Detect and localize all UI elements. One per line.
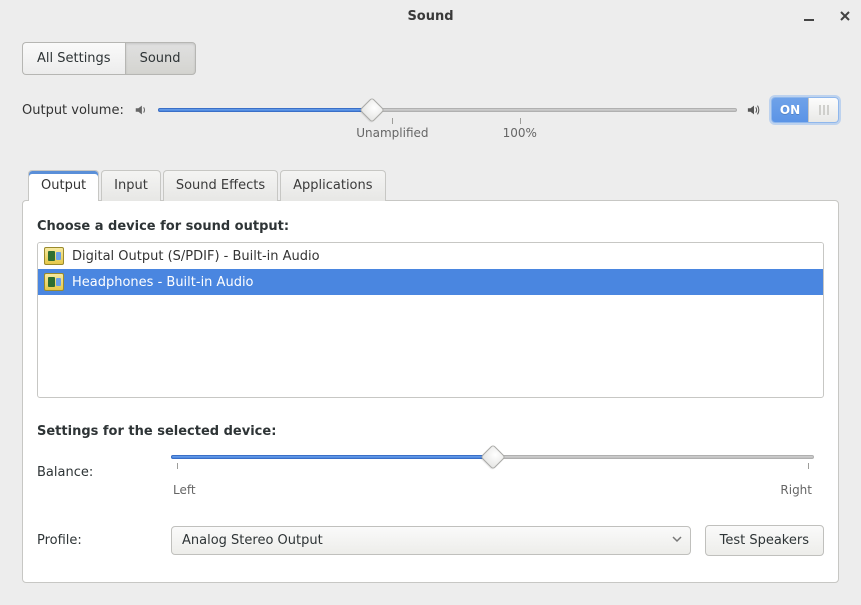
- tabs: Output Input Sound Effects Applications: [28, 169, 839, 200]
- switch-on-label: ON: [772, 103, 808, 117]
- close-button[interactable]: [837, 8, 853, 24]
- tab-applications[interactable]: Applications: [280, 170, 385, 201]
- profile-label: Profile:: [37, 533, 157, 548]
- balance-label: Balance:: [37, 465, 157, 480]
- tick-100: 100%: [503, 126, 537, 140]
- sound-card-icon: [44, 247, 64, 265]
- window-buttons: [801, 8, 853, 24]
- balance-row: Balance: Left Right: [37, 447, 824, 497]
- output-device-list[interactable]: Digital Output (S/PDIF) - Built-in Audio…: [37, 242, 824, 398]
- output-panel: Choose a device for sound output: Digita…: [22, 200, 839, 583]
- breadcrumb: All Settings Sound: [22, 42, 839, 75]
- balance-right-label: Right: [780, 483, 812, 497]
- minimize-button[interactable]: [801, 8, 817, 24]
- output-volume-slider[interactable]: Unamplified 100%: [158, 100, 737, 120]
- settings-for-device-label: Settings for the selected device:: [37, 424, 824, 439]
- speaker-high-icon: [747, 103, 761, 117]
- output-volume-switch[interactable]: ON: [771, 97, 839, 123]
- device-label: Digital Output (S/PDIF) - Built-in Audio: [72, 249, 320, 264]
- sound-settings-window: Sound All Settings Sound Output volume:: [0, 0, 861, 605]
- list-item[interactable]: Headphones - Built-in Audio: [38, 269, 823, 295]
- chevron-down-icon: [672, 533, 682, 548]
- choose-device-label: Choose a device for sound output:: [37, 219, 824, 234]
- breadcrumb-all-settings[interactable]: All Settings: [22, 42, 125, 75]
- tab-output[interactable]: Output: [28, 170, 99, 201]
- profile-value: Analog Stereo Output: [182, 533, 323, 548]
- profile-row: Profile: Analog Stereo Output Test Speak…: [37, 525, 824, 556]
- output-volume-label: Output volume:: [22, 103, 124, 118]
- balance-left-label: Left: [173, 483, 196, 497]
- switch-knob: [808, 98, 838, 122]
- tab-input[interactable]: Input: [101, 170, 161, 201]
- output-volume-row: Output volume: Unamplified 100% ON: [22, 97, 839, 123]
- speaker-low-icon: [134, 103, 148, 117]
- breadcrumb-sound[interactable]: Sound: [125, 42, 196, 75]
- test-speakers-button[interactable]: Test Speakers: [705, 525, 824, 556]
- balance-slider[interactable]: [171, 447, 814, 467]
- profile-combobox[interactable]: Analog Stereo Output: [171, 526, 691, 555]
- tab-sound-effects[interactable]: Sound Effects: [163, 170, 278, 201]
- window-title: Sound: [0, 9, 861, 24]
- sound-card-icon: [44, 273, 64, 291]
- titlebar: Sound: [0, 0, 861, 32]
- tick-unamplified: Unamplified: [356, 126, 428, 140]
- list-item[interactable]: Digital Output (S/PDIF) - Built-in Audio: [38, 243, 823, 269]
- content-area: All Settings Sound Output volume: Unampl…: [0, 32, 861, 605]
- device-label: Headphones - Built-in Audio: [72, 275, 254, 290]
